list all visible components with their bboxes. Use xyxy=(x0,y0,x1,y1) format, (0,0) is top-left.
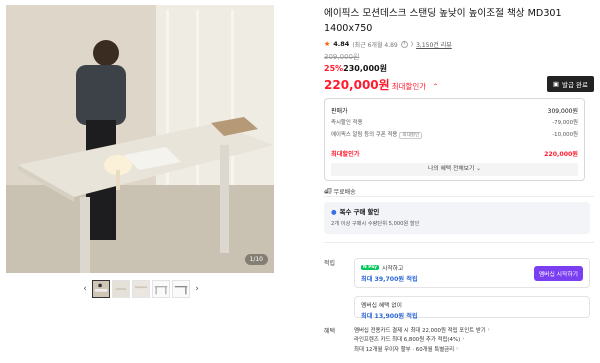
benefits-label: 혜택 xyxy=(324,328,336,335)
membership-accumulate-box: N Pay 시작하고 최대 39,700원 적립 멤버십 시작하기 xyxy=(354,258,590,288)
divider xyxy=(324,242,594,243)
product-main-image[interactable]: 1/10 xyxy=(6,5,274,273)
thumb-next-arrow-icon[interactable]: › xyxy=(192,284,202,294)
price-row-instant: 즉시할인 적용 -79,000원 xyxy=(331,120,578,126)
image-counter: 1/10 xyxy=(244,254,268,265)
benefits-list: 멤버십 전용카드 결제 시 최대 22,000원 적립 포인트 받기 › 라인프렌… xyxy=(354,325,594,354)
thumbnail-strip: ‹ › xyxy=(80,280,202,298)
divider xyxy=(324,196,594,197)
multi-purchase-title: ● 복수 구매 할인 xyxy=(331,207,380,217)
product-info: 에이픽스 모션데스크 스탠딩 높낮이 높이조절 책상 MD301 1400x75… xyxy=(324,6,594,196)
discount-price-row: 25%230,000원 xyxy=(324,63,594,74)
price-row-sale: 판매가 309,000원 xyxy=(331,107,578,115)
discount-price: 230,000원 xyxy=(343,64,387,73)
rating-detail: (최근 6개월 4.89 xyxy=(352,41,398,49)
star-icon: ★ xyxy=(324,40,331,48)
chevron-down-icon: ⌄ xyxy=(476,166,482,172)
max-price-label: 최대할인가 xyxy=(391,81,427,91)
accumulate-label: 적립 xyxy=(324,260,336,267)
benefit-line[interactable]: 최대 12개월 무이자 할부 · 60개월 특별금리 › xyxy=(354,344,594,354)
thumbnail-3[interactable] xyxy=(132,280,150,298)
max-price-row: 220,000원 최대할인가 ⌃ ▣ 발급 완료 xyxy=(324,75,594,93)
discount-percent: 25% xyxy=(324,64,344,73)
chevron-right-icon: › xyxy=(487,326,490,333)
chevron-right-icon: › xyxy=(462,336,465,343)
price-breakdown-box: 판매가 309,000원 즉시할인 적용 -79,000원 에이픽스 알림 등의 쿠… xyxy=(324,98,585,181)
product-title: 에이픽스 모션데스크 스탠딩 높낮이 높이조절 책상 MD301 1400x75… xyxy=(324,8,562,34)
discount-badge-icon: ● xyxy=(331,207,337,216)
price-row-coupon: 에이픽스 알림 등의 쿠폰 적용 최대할인 -10,000원 xyxy=(331,132,578,139)
start-membership-button[interactable]: 멤버십 시작하기 xyxy=(533,266,583,281)
info-icon[interactable]: ? xyxy=(400,40,408,48)
rating-row: ★ 4.84 (최근 6개월 4.89 ? ) 3,150건 리뷰 xyxy=(324,40,452,49)
original-price: 309,000원 xyxy=(324,53,360,61)
thumb-prev-arrow-icon[interactable]: ‹ xyxy=(80,284,90,294)
coupon-icon: ▣ xyxy=(552,80,559,88)
thumbnail-2[interactable] xyxy=(112,280,130,298)
benefit-line[interactable]: 라인프렌즈 카드 최대 6,800원 추가 적립(4%) › xyxy=(354,335,594,345)
benefit-line[interactable]: 멤버십 전용카드 결제 시 최대 22,000원 적립 포인트 받기 › xyxy=(354,325,594,335)
shipping-info: 🚚︎ 무료배송 xyxy=(324,188,356,196)
coupon-tag: 최대할인 xyxy=(399,132,423,139)
coupon-issued-button[interactable]: ▣ 발급 완료 xyxy=(546,76,594,92)
npay-badge: N Pay xyxy=(361,265,379,270)
no-membership-text: 멤버십 혜택 없이 xyxy=(361,303,403,309)
multi-purchase-desc: 2개 이상 구매시 수량단위 5,000원 할인 xyxy=(331,221,420,227)
truck-icon: 🚚︎ xyxy=(324,188,332,195)
view-all-benefits-button[interactable]: 나의 혜택 전체보기 ⌄ xyxy=(331,163,578,176)
max-price[interactable]: 220,000원 최대할인가 ⌃ xyxy=(324,76,439,93)
price-row-total: 최대할인가 220,000원 xyxy=(331,150,578,158)
chevron-right-icon: › xyxy=(456,345,459,352)
multi-purchase-discount-box: ● 복수 구매 할인 2개 이상 구매시 수량단위 5,000원 할인 xyxy=(324,202,590,234)
thumbnail-4[interactable] xyxy=(152,280,170,298)
thumbnail-5[interactable] xyxy=(172,280,190,298)
no-membership-box: 멤버십 혜택 없이 최대 13,900원 적립 xyxy=(354,296,590,320)
review-count-link[interactable]: 3,150건 리뷰 xyxy=(416,40,452,49)
membership-text: 시작하고 xyxy=(382,266,404,272)
chevron-up-icon[interactable]: ⌃ xyxy=(432,82,438,91)
thumbnail-1[interactable] xyxy=(92,280,110,298)
rating-value: 4.84 xyxy=(333,40,350,48)
no-membership-amount: 최대 13,900원 적립 xyxy=(361,313,418,320)
